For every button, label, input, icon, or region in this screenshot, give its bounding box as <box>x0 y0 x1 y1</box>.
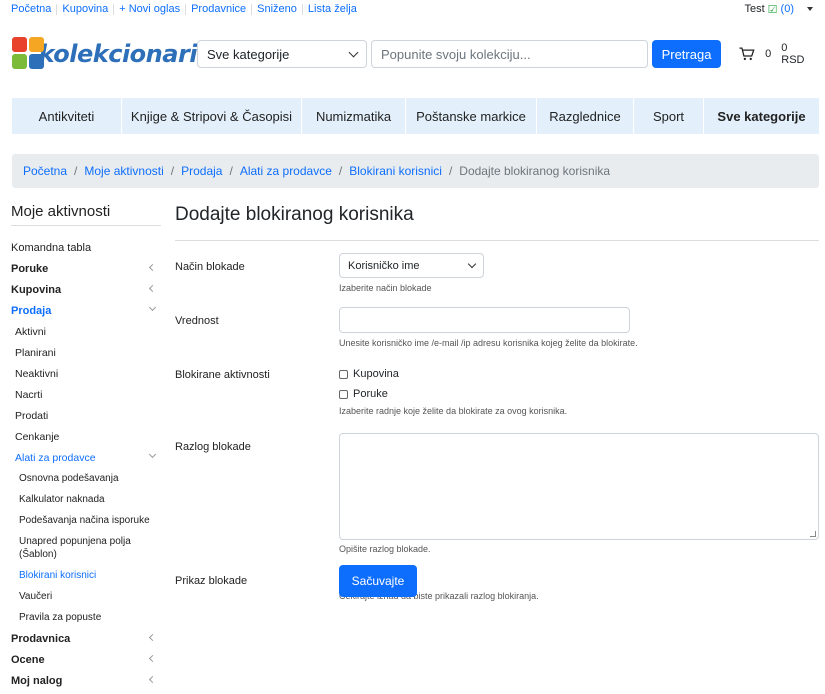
chevron-left-icon <box>148 284 157 293</box>
sidebar-item-inactive[interactable]: Neaktivni <box>11 363 161 384</box>
sidebar-item-planned[interactable]: Planirani <box>11 342 161 363</box>
category-select-value: Sve kategorije <box>207 46 290 62</box>
block-type-value: Korisničko ime <box>348 259 420 272</box>
breadcrumb-seller-tools[interactable]: Alati za prodavce <box>240 164 332 178</box>
category-nav: Antikviteti Knjige & Stripovi & Časopisi… <box>12 98 819 134</box>
sidebar-item-sold[interactable]: Prodati <box>11 405 161 426</box>
nav-item-postcards[interactable]: Razglednice <box>537 98 634 134</box>
category-select[interactable]: Sve kategorije <box>197 40 367 68</box>
message-count: (0) <box>780 3 794 15</box>
sidebar-item-shipping-settings[interactable]: Podešavanja načina isporuke <box>11 510 161 531</box>
site-logo[interactable]: kolekcionari <box>12 37 198 71</box>
chevron-left-icon <box>148 263 157 272</box>
breadcrumb-current: Dodajte blokiranog korisnika <box>459 164 611 178</box>
sidebar-item-sales[interactable]: Prodaja <box>11 300 161 321</box>
sidebar-item-shopping[interactable]: Kupovina <box>11 279 161 300</box>
top-link-shopping[interactable]: Kupovina <box>57 3 115 15</box>
sidebar-item-messages[interactable]: Poruke <box>11 258 161 279</box>
activity-shopping-checkbox[interactable]: Kupovina <box>339 368 567 380</box>
cart[interactable]: 0 0 RSD <box>739 42 813 66</box>
cart-count: 0 <box>765 48 772 60</box>
display-label: Prikaz blokade <box>175 575 248 587</box>
activity-shopping-label: Kupovina <box>353 368 399 380</box>
sidebar-item-store[interactable]: Prodavnica <box>11 628 161 649</box>
sidebar-item-my-account[interactable]: Moj nalog <box>11 670 161 691</box>
breadcrumb-sales[interactable]: Prodaja <box>181 164 222 178</box>
nav-item-antiques[interactable]: Antikviteti <box>12 98 122 134</box>
top-link-home[interactable]: Početna <box>11 3 58 15</box>
puzzle-logo-icon <box>12 37 44 71</box>
chevron-down-icon <box>467 259 477 268</box>
activity-messages-label: Poruke <box>353 388 388 400</box>
sidebar-item-drafts[interactable]: Nacrti <box>11 384 161 405</box>
reason-label: Razlog blokade <box>175 441 251 453</box>
chevron-down-icon <box>148 450 157 459</box>
chevron-left-icon <box>148 654 157 663</box>
sidebar-item-active[interactable]: Aktivni <box>11 321 161 342</box>
block-type-select[interactable]: Korisničko ime <box>339 253 484 278</box>
page-title: Dodajte blokiranog korisnika <box>175 188 819 241</box>
top-link-discounts[interactable]: Sniženo <box>252 3 303 15</box>
breadcrumb-blocked-users[interactable]: Blokirani korisnici <box>349 164 442 178</box>
value-help: Unesite korisničko ime /e-mail /ip adres… <box>339 338 638 348</box>
top-links: Početna Kupovina + Novi oglas Prodavnice… <box>11 3 362 15</box>
sidebar-item-discount-rules[interactable]: Pravila za popuste <box>11 607 161 628</box>
chevron-left-icon <box>148 675 157 684</box>
sidebar-item-bargaining[interactable]: Cenkanje <box>11 426 161 447</box>
checkbox-check-icon: ☑ <box>767 3 778 16</box>
user-menu[interactable]: Test ☑ (0) <box>744 3 813 16</box>
checkbox-icon[interactable] <box>339 389 348 399</box>
search-placeholder: Popunite svoju kolekciju... <box>381 46 531 62</box>
chevron-down-icon <box>148 303 157 312</box>
sidebar-item-blocked-users[interactable]: Blokirani korisnici <box>11 565 161 586</box>
block-type-label: Način blokade <box>175 261 245 273</box>
sidebar: Moje aktivnosti Komandna tabla Poruke Ku… <box>11 188 161 691</box>
nav-item-stamps[interactable]: Poštanske markice <box>406 98 537 134</box>
breadcrumb-home[interactable]: Početna <box>23 164 67 178</box>
top-link-wishlist[interactable]: Lista želja <box>303 3 362 15</box>
cart-icon <box>739 47 756 61</box>
activity-messages-checkbox[interactable]: Poruke <box>339 388 567 400</box>
value-label: Vrednost <box>175 315 219 327</box>
top-bar: Početna Kupovina + Novi oglas Prodavnice… <box>0 0 825 18</box>
caret-down-icon[interactable] <box>807 7 813 11</box>
cart-total: 0 RSD <box>781 42 805 66</box>
save-button[interactable]: Sačuvajte <box>339 565 417 597</box>
sidebar-item-fee-calculator[interactable]: Kalkulator naknada <box>11 489 161 510</box>
breadcrumb-activities[interactable]: Moje aktivnosti <box>84 164 163 178</box>
nav-item-numismatics[interactable]: Numizmatika <box>302 98 406 134</box>
reason-help: Opišite razlog blokade. <box>339 544 431 554</box>
sidebar-title: Moje aktivnosti <box>11 188 161 226</box>
nav-item-sport[interactable]: Sport <box>634 98 704 134</box>
nav-item-books[interactable]: Knjige & Stripovi & Časopisi <box>122 98 302 134</box>
sidebar-item-dashboard[interactable]: Komandna tabla <box>11 237 161 258</box>
value-input[interactable] <box>339 307 630 333</box>
sidebar-item-templates[interactable]: Unapred popunjena polja (Šablon) <box>11 531 161 565</box>
reason-textarea[interactable] <box>339 433 819 540</box>
chevron-left-icon <box>148 633 157 642</box>
logo-text: kolekcionari <box>38 40 198 68</box>
nav-item-all-categories[interactable]: Sve kategorije <box>704 98 819 134</box>
chevron-down-icon <box>348 47 359 57</box>
user-name: Test <box>744 3 765 15</box>
activities-help: Izaberite radnje koje želite da blokirat… <box>339 406 568 416</box>
sidebar-item-basic-settings[interactable]: Osnovna podešavanja <box>11 468 161 489</box>
top-link-new-ad[interactable]: + Novi oglas <box>114 3 187 15</box>
search-button[interactable]: Pretraga <box>651 40 722 68</box>
sidebar-item-vouchers[interactable]: Vaučeri <box>11 586 161 607</box>
header: kolekcionari Sve kategorije Popunite svo… <box>0 18 825 90</box>
activities-label: Blokirane aktivnosti <box>175 369 270 381</box>
search-input[interactable]: Popunite svoju kolekciju... <box>371 40 648 68</box>
checkbox-icon[interactable] <box>339 369 348 379</box>
main-panel: Dodajte blokiranog korisnika Način bloka… <box>175 188 819 601</box>
breadcrumb: Početna / Moje aktivnosti / Prodaja / Alati… <box>12 154 819 188</box>
resize-handle-icon[interactable] <box>810 531 816 537</box>
sidebar-item-seller-tools[interactable]: Alati za prodavce <box>11 447 161 468</box>
top-link-stores[interactable]: Prodavnice <box>186 3 253 15</box>
block-type-help: Izaberite način blokade <box>339 283 432 293</box>
sidebar-item-ratings[interactable]: Ocene <box>11 649 161 670</box>
